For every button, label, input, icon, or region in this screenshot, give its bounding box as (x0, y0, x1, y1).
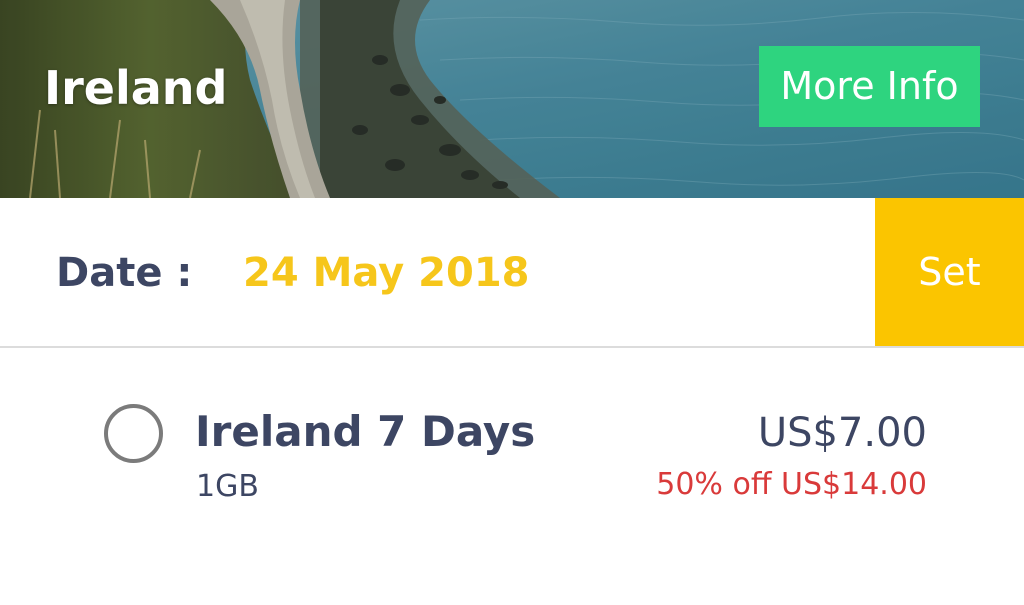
date-value[interactable]: 24 May 2018 (243, 248, 529, 298)
more-info-button[interactable]: More Info (759, 46, 980, 127)
plan-list-item[interactable]: Ireland 7 Days 1GB US$7.00 50% off US$14… (0, 348, 1024, 548)
plan-name: Ireland 7 Days (195, 407, 536, 456)
plan-data-amount: 1GB (196, 469, 259, 504)
plan-discount: 50% off US$14.00 (656, 467, 927, 502)
set-date-button[interactable]: Set (875, 198, 1024, 346)
radio-unchecked-icon[interactable] (104, 404, 163, 463)
hero-banner: Ireland More Info (0, 0, 1024, 198)
date-label: Date : (56, 250, 193, 296)
date-row: Date : 24 May 2018 Set (0, 198, 1024, 348)
page-title: Ireland (44, 61, 228, 115)
plan-price: US$7.00 (757, 410, 927, 456)
